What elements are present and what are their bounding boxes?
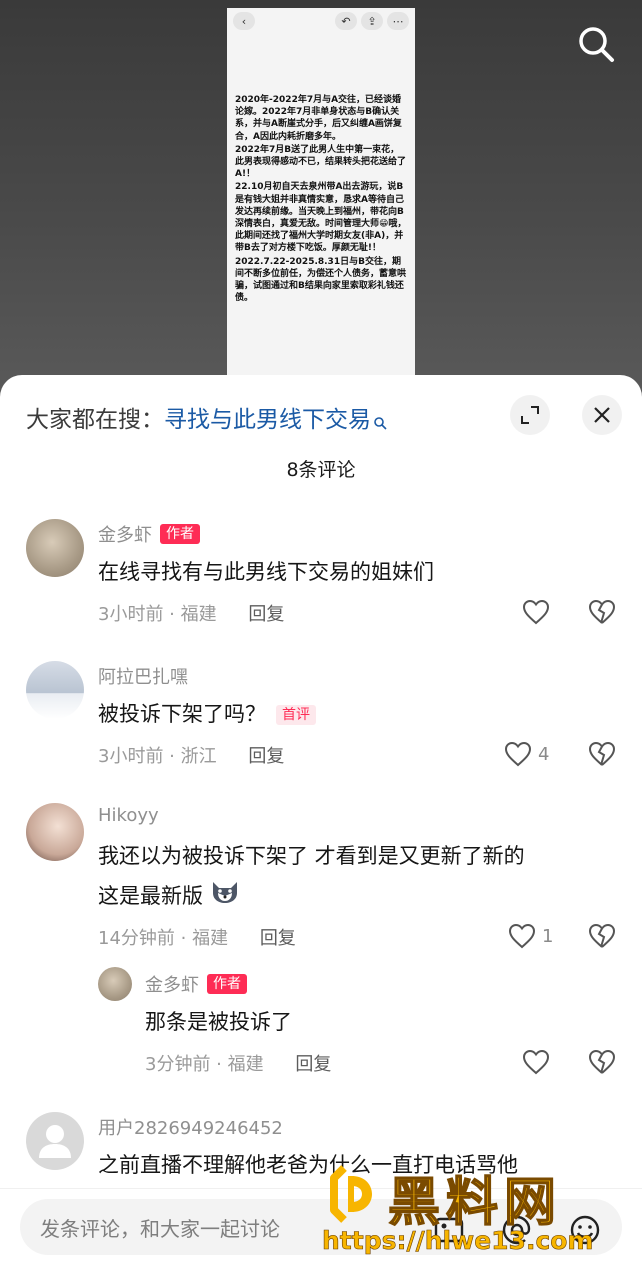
comment-body: 这是最新版 (98, 884, 203, 908)
avatar[interactable] (98, 967, 132, 1001)
comment-text[interactable]: 我还以为被投诉下架了 才看到是又更新了新的 (98, 839, 525, 873)
heart-icon (504, 741, 532, 767)
default-avatar-icon[interactable] (26, 1112, 84, 1170)
first-comment-badge: 首评 (276, 705, 316, 725)
small-search-icon (373, 410, 387, 430)
note-paragraph: 2022年7月B送了此男人生中第一束花，此男表现得感动不已，结果转头把花送给了A… (235, 144, 407, 180)
comment-meta: 14分钟前 · 福建 回复 (98, 924, 296, 950)
husky-emoji-icon (210, 879, 240, 915)
video-screenshot-frame: ‹ ↶ ⇪ ⋯ 2020年-2022年7月与A交往，已经谈婚论嫁。2022年7月… (227, 8, 415, 400)
comment-time-location: 3小时前 · 福建 (98, 604, 217, 625)
broken-heart-icon (588, 599, 616, 624)
broken-heart-icon (588, 1049, 616, 1074)
heart-icon (522, 1049, 550, 1075)
related-search-prefix: 大家都在搜： (26, 407, 164, 433)
comment-meta: 3小时前 · 福建 回复 (98, 600, 284, 626)
reply-button[interactable]: 回复 (260, 928, 296, 949)
avatar[interactable] (26, 661, 84, 719)
avatar[interactable] (26, 803, 84, 861)
reply-button[interactable]: 回复 (295, 1054, 331, 1075)
username[interactable]: 金多虾 (98, 521, 152, 547)
author-badge: 作者 (207, 974, 247, 994)
reply-button[interactable]: 回复 (248, 604, 284, 625)
comment-time-location: 14分钟前 · 福建 (98, 928, 229, 949)
like-button[interactable] (522, 1049, 556, 1075)
comment-text[interactable]: 在线寻找有与此男线下交易的姐妹们 (98, 555, 434, 589)
watermark: 黑料网 https://hlwe13.com (318, 1158, 636, 1270)
note-paragraph: 2020年-2022年7月与A交往，已经谈婚论嫁。2022年7月非单身状态与B确… (235, 95, 402, 142)
back-icon: ‹ (233, 12, 255, 30)
undo-icon: ↶ (335, 12, 357, 30)
avatar[interactable] (26, 519, 84, 577)
comment-meta: 3小时前 · 浙江 回复 (98, 742, 284, 768)
note-paragraph: 2022.7.22-2025.8.31日与B交往，期间不断多位前任，为偿还个人债… (235, 256, 407, 304)
broken-heart-icon (588, 923, 616, 948)
broken-heart-icon (588, 741, 616, 766)
comment-author[interactable]: 阿拉巴扎嘿 (98, 663, 188, 689)
comment-text[interactable]: 那条是被投诉了 (145, 1005, 292, 1039)
comment-body: 被投诉下架了吗？ (98, 702, 266, 726)
username[interactable]: 金多虾 (145, 971, 199, 997)
watermark-logo-icon (322, 1164, 382, 1228)
note-paragraph: 22.10月初自天去泉州带A出去游玩，说B是有钱大姐并非真情实意，恳求A等待自己… (235, 182, 407, 254)
dislike-button[interactable] (588, 741, 616, 771)
username[interactable]: 阿拉巴扎嘿 (98, 663, 188, 689)
dislike-button[interactable] (588, 599, 616, 629)
dislike-button[interactable] (588, 923, 616, 953)
comment-count: 8条评论 (286, 459, 356, 481)
comment-text-line2[interactable]: 这是最新版 (98, 879, 240, 915)
comment-sheet: 大家都在搜： 寻找与此男线下交易 8条评论 金多虾 作者 在线寻找有与此男线下交… (0, 375, 642, 1280)
related-search[interactable]: 大家都在搜： 寻找与此男线下交易 (26, 401, 387, 433)
expand-icon (521, 406, 539, 424)
dislike-button[interactable] (588, 1049, 616, 1079)
reply-button[interactable]: 回复 (248, 746, 284, 767)
expand-button[interactable] (510, 395, 550, 435)
more-icon: ⋯ (387, 12, 409, 30)
comment-time-location: 3小时前 · 浙江 (98, 746, 217, 767)
like-button[interactable] (522, 599, 556, 625)
close-button[interactable] (582, 395, 622, 435)
comment-time-location: 3分钟前 · 福建 (145, 1054, 264, 1075)
watermark-url: https://hlwe13.com (322, 1226, 594, 1256)
close-icon (594, 407, 610, 423)
related-search-link[interactable]: 寻找与此男线下交易 (164, 400, 371, 434)
search-icon[interactable] (574, 22, 618, 66)
comment-author[interactable]: 金多虾 作者 (145, 971, 247, 997)
like-count: 1 (542, 925, 554, 947)
like-button[interactable]: 1 (508, 923, 553, 949)
share-icon: ⇪ (361, 12, 383, 30)
watermark-title: 黑料网 (387, 1172, 563, 1234)
username[interactable]: Hikoyy (98, 805, 159, 826)
comment-meta: 3分钟前 · 福建 回复 (145, 1050, 331, 1076)
comment-author[interactable]: 用户2826949246452 (98, 1114, 283, 1140)
heart-icon (522, 599, 550, 625)
like-button[interactable]: 4 (504, 741, 549, 767)
username[interactable]: 用户2826949246452 (98, 1114, 283, 1140)
author-badge: 作者 (160, 524, 200, 544)
screenshot-toolbar: ‹ ↶ ⇪ ⋯ (227, 8, 415, 34)
comment-author[interactable]: 金多虾 作者 (98, 521, 200, 547)
comment-author[interactable]: Hikoyy (98, 805, 159, 826)
heart-icon (508, 923, 536, 949)
comment-text[interactable]: 被投诉下架了吗？ 首评 (98, 697, 316, 731)
screenshot-note-text: 2020年-2022年7月与A交往，已经谈婚论嫁。2022年7月非单身状态与B确… (227, 34, 415, 304)
like-count: 4 (538, 743, 550, 765)
